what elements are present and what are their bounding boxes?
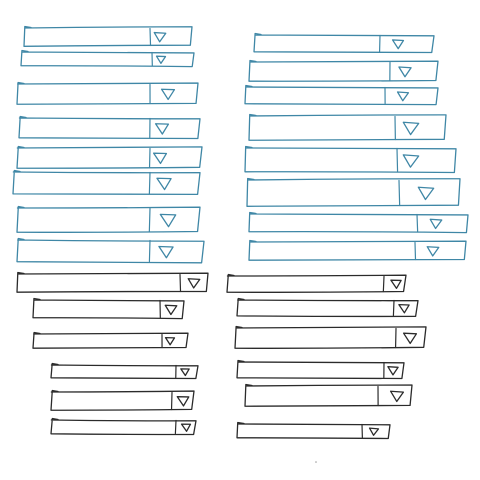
dropdown-box-outline	[16, 81, 199, 105]
dropdown-divider	[179, 273, 182, 293]
blue-dropdown-9[interactable]	[253, 32, 435, 54]
triangle-down-icon	[402, 332, 418, 345]
dropdown-box-outline	[12, 169, 201, 196]
dropdown-divider	[392, 299, 395, 317]
dropdown-divider	[382, 275, 385, 293]
dropdown-box-outline	[246, 177, 461, 207]
triangle-down-icon	[398, 303, 410, 314]
black-dropdown-3[interactable]	[32, 331, 189, 349]
triangle-down-icon	[390, 279, 402, 290]
blue-dropdown-8[interactable]	[16, 237, 205, 264]
triangle-down-icon	[368, 427, 380, 436]
black-dropdown-12[interactable]	[236, 421, 391, 440]
blue-dropdown-7[interactable]	[16, 205, 201, 233]
blue-dropdown-10[interactable]	[248, 59, 439, 82]
sketch-sheet	[0, 0, 480, 480]
blue-dropdown-13[interactable]	[244, 145, 457, 174]
triangle-down-icon	[180, 368, 190, 377]
dropdown-box-outline	[248, 211, 469, 234]
black-dropdown-9[interactable]	[234, 325, 427, 349]
triangle-down-icon	[153, 31, 167, 43]
dropdown-box-outline	[18, 115, 201, 140]
triangle-down-icon	[389, 390, 405, 403]
dropdown-box-outline	[20, 49, 195, 68]
triangle-down-icon	[176, 396, 190, 407]
dropdown-divider	[416, 213, 419, 233]
blue-dropdown-14[interactable]	[246, 177, 461, 207]
dropdown-box-outline	[236, 297, 419, 318]
dropdown-box-outline	[248, 239, 467, 261]
blue-dropdown-4[interactable]	[18, 115, 201, 140]
dropdown-divider	[396, 147, 399, 173]
dropdown-box-outline	[244, 145, 457, 174]
triangle-down-icon	[158, 245, 174, 259]
dropdown-box-outline	[50, 417, 197, 436]
triangle-down-icon	[402, 154, 420, 168]
triangle-down-icon	[164, 304, 178, 316]
dropdown-divider	[148, 207, 151, 233]
blue-dropdown-5[interactable]	[16, 145, 203, 169]
black-dropdown-8[interactable]	[236, 297, 419, 318]
blue-dropdown-12[interactable]	[248, 113, 447, 141]
black-dropdown-11[interactable]	[244, 383, 413, 407]
triangle-down-icon	[387, 366, 399, 376]
dropdown-divider	[174, 419, 177, 435]
dropdown-box-outline	[244, 84, 439, 106]
triangle-down-icon	[402, 121, 420, 136]
dropdown-divider	[148, 171, 151, 195]
blue-dropdown-2[interactable]	[20, 49, 195, 68]
dropdown-box-outline	[236, 421, 391, 440]
blue-dropdown-11[interactable]	[244, 84, 439, 106]
dropdown-box-outline	[244, 383, 413, 407]
triangle-down-icon	[417, 186, 435, 201]
black-dropdown-4[interactable]	[50, 362, 199, 380]
black-dropdown-1[interactable]	[16, 271, 209, 293]
triangle-down-icon	[159, 213, 177, 228]
triangle-down-icon	[156, 177, 172, 191]
dropdown-sketch-canvas	[12, 25, 469, 463]
blue-dropdown-1[interactable]	[23, 25, 193, 47]
dropdown-box-outline	[16, 145, 203, 169]
triangle-down-icon	[187, 278, 201, 289]
triangle-down-icon	[155, 55, 167, 64]
black-dropdown-7[interactable]	[226, 273, 407, 293]
triangle-down-icon	[180, 423, 192, 432]
dropdown-box-outline	[23, 25, 193, 47]
dropdown-box-outline	[236, 359, 405, 380]
dropdown-box-outline	[234, 325, 427, 349]
blue-dropdown-3[interactable]	[16, 81, 199, 105]
black-dropdown-6[interactable]	[50, 417, 197, 436]
black-dropdown-5[interactable]	[50, 389, 195, 411]
dropdown-box-outline	[253, 32, 435, 54]
triangle-down-icon	[398, 66, 412, 78]
dropdown-layer	[12, 25, 469, 440]
dropdown-divider	[398, 179, 401, 207]
triangle-down-icon	[396, 91, 410, 102]
dropdown-box-outline	[32, 331, 189, 349]
triangle-down-icon	[154, 123, 170, 135]
stray-pen-mark	[315, 461, 317, 463]
dropdown-box-outline	[16, 271, 209, 293]
dropdown-box-outline	[16, 237, 205, 264]
dropdown-box-outline	[226, 273, 407, 293]
black-dropdown-2[interactable]	[32, 297, 185, 320]
blue-dropdown-16[interactable]	[248, 239, 467, 261]
dropdown-divider	[149, 27, 152, 47]
blue-dropdown-6[interactable]	[12, 169, 201, 196]
blue-dropdown-15[interactable]	[248, 211, 469, 234]
triangle-down-icon	[426, 246, 440, 257]
triangle-down-icon	[391, 39, 405, 50]
black-dropdown-10[interactable]	[236, 359, 405, 380]
triangle-down-icon	[429, 218, 443, 230]
triangle-down-icon	[160, 88, 176, 101]
dropdown-box-outline	[32, 297, 185, 320]
triangle-down-icon	[152, 152, 168, 165]
dropdown-divider	[148, 239, 151, 263]
triangle-down-icon	[164, 336, 176, 346]
